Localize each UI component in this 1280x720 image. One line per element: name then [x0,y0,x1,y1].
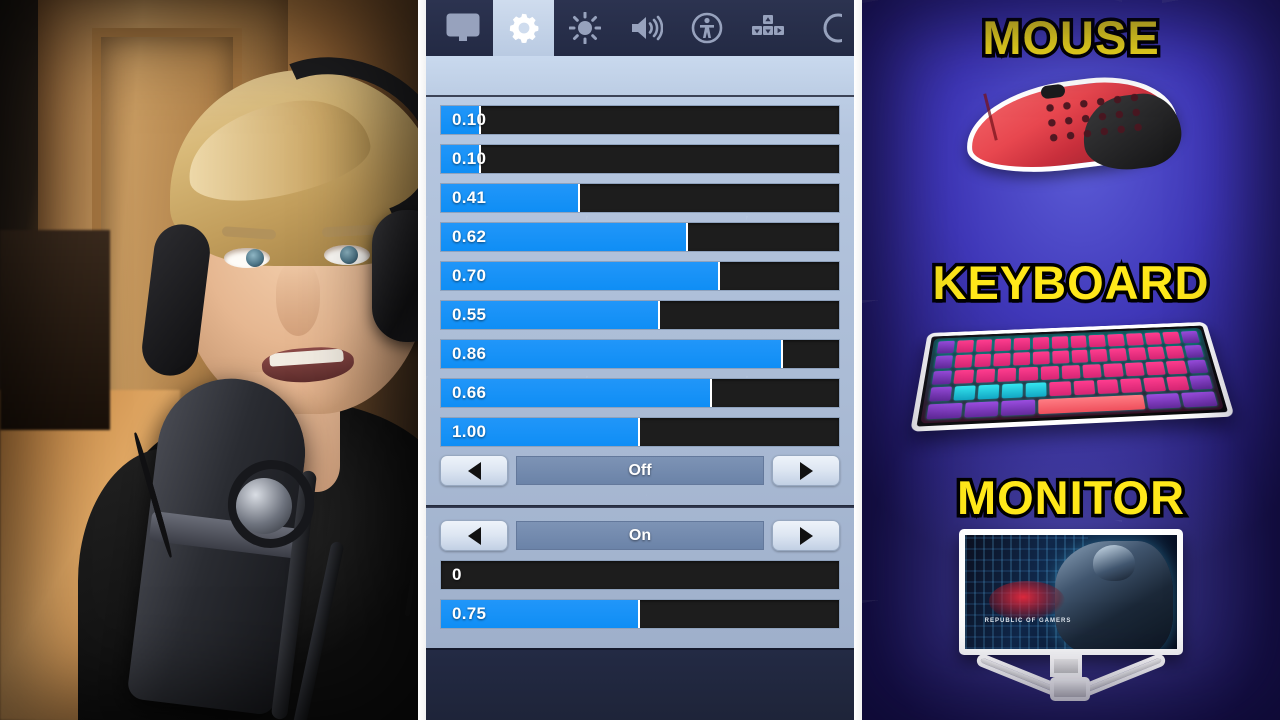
stepper-prev-button[interactable] [440,520,508,551]
promo-monitor: MONITOR REPUBLIC OF GAMERS [862,468,1280,701]
settings-tabbar [426,0,854,56]
slider-row[interactable]: 0 [440,555,840,594]
monitor-screen: REPUBLIC OF GAMERS [959,529,1183,655]
brightness-icon [568,12,601,44]
gaming-keyboard-image [910,314,1235,432]
stepper-row-on: On [440,516,840,555]
webcam-panel: M T [0,0,418,720]
promo-label-monitor: MONITOR [953,468,1187,528]
slider-value: 0.86 [452,343,487,363]
triangle-left-icon [467,461,481,480]
headphone-earcup-right [372,210,418,342]
settings-footer-bar [426,648,854,720]
promo-label-keyboard: KEYBOARD [929,253,1212,313]
promo-keyboard: KEYBOARD [862,253,1280,432]
video-tab[interactable] [432,0,493,56]
panel-divider-left [418,0,426,720]
stepper-value[interactable]: On [516,521,764,550]
stepper-prev-button[interactable] [440,455,508,486]
slider-value: 1.00 [452,421,487,441]
gear-promo-panel: MOUSE KEYBOARD MONITOR REPUBLIC OF GAMER… [862,0,1280,720]
accessibility-tab[interactable] [676,0,737,56]
slider-value: 0.75 [452,603,487,623]
monitor-icon [446,13,479,41]
slider-row[interactable]: 0.66 [440,373,840,412]
screenshot-root: M T [0,0,1280,720]
panel-divider-right [854,0,862,720]
input-tab[interactable] [737,0,798,56]
game-tab[interactable] [493,0,554,56]
monitor-screen-text: REPUBLIC OF GAMERS [984,618,1072,624]
slider-value: 0.10 [452,109,487,129]
setting-slider[interactable]: 0.41 [440,182,840,213]
settings-header-strip [426,56,854,97]
slider-row[interactable]: 0.86 [440,334,840,373]
background-furniture [0,230,110,430]
stepper-next-button[interactable] [772,455,840,486]
setting-slider[interactable]: 0.75 [440,598,840,629]
setting-slider[interactable]: 0.86 [440,338,840,369]
promo-mouse: MOUSE [862,8,1280,182]
slider-row[interactable]: 0.41 [440,178,840,217]
promo-label-mouse: MOUSE [979,8,1162,68]
settings-rows: 0.10 0.10 0.41 0.62 0.70 0.55 0.86 0.66 … [426,97,854,633]
setting-slider[interactable]: 0.10 [440,104,840,135]
setting-slider[interactable]: 1.00 [440,416,840,447]
setting-slider[interactable]: 0.55 [440,299,840,330]
audio-tab[interactable] [615,0,676,56]
account-icon [823,13,842,43]
slider-value: 0 [452,564,462,584]
speaker-icon [631,15,663,41]
account-tab[interactable] [798,0,854,56]
slider-value: 0.55 [452,304,487,324]
accessibility-icon [691,12,722,44]
webcam-scene: M T [0,0,418,720]
microphone-clamp [236,478,292,534]
slider-value: 0.62 [452,226,487,246]
brightness-tab[interactable] [554,0,615,56]
person-eye-right [324,245,370,265]
slider-row[interactable]: 0.62 [440,217,840,256]
slider-value: 0.70 [452,265,487,285]
setting-slider[interactable]: 0.10 [440,143,840,174]
slider-row[interactable]: 0.55 [440,295,840,334]
setting-slider[interactable]: 0.62 [440,221,840,252]
person-nose [276,262,320,336]
gaming-monitor-image: REPUBLIC OF GAMERS [946,529,1196,701]
setting-slider[interactable]: 0.66 [440,377,840,408]
slider-value: 0.66 [452,382,487,402]
game-settings-panel: 0.10 0.10 0.41 0.62 0.70 0.55 0.86 0.66 … [426,0,854,720]
monitor-base [974,652,1168,701]
dpad-icon [751,15,784,35]
setting-slider[interactable]: 0.70 [440,260,840,291]
stepper-row-off: Off [440,451,840,490]
triangle-right-icon [799,461,813,480]
settings-body: 0.10 0.10 0.41 0.62 0.70 0.55 0.86 0.66 … [426,56,854,720]
triangle-left-icon [467,526,481,545]
slider-row[interactable]: 0.75 [440,594,840,633]
slider-row[interactable]: 0.70 [440,256,840,295]
person-eye-left [224,248,270,268]
gear-icon [509,13,538,44]
slider-row[interactable]: 0.10 [440,139,840,178]
slider-row[interactable]: 1.00 [440,412,840,451]
triangle-right-icon [799,526,813,545]
slider-value: 0.41 [452,187,487,207]
slider-value: 0.10 [452,148,487,168]
stepper-value[interactable]: Off [516,456,764,485]
setting-slider[interactable]: 0 [440,559,840,590]
stepper-next-button[interactable] [772,520,840,551]
gaming-mouse-image [955,68,1187,182]
slider-row[interactable]: 0.10 [440,100,840,139]
